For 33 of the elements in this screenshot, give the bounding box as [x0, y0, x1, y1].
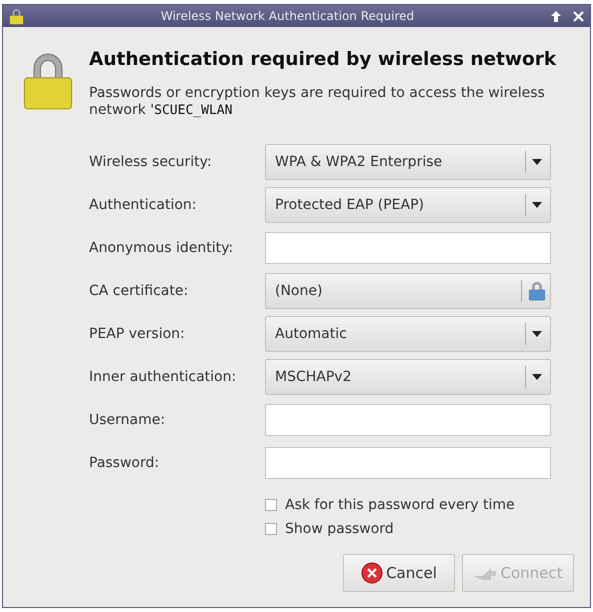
dialog-heading: Authentication required by wireless network	[89, 49, 558, 70]
caret-icon	[532, 331, 542, 337]
caret-icon	[532, 159, 542, 165]
dropdown[interactable]: WPA & WPA2 Enterprise	[265, 144, 551, 180]
cancel-button[interactable]: Cancel	[343, 554, 455, 592]
checkbox-label[interactable]: Ask for this password every time	[285, 497, 515, 513]
arrow-up-icon[interactable]	[551, 10, 561, 22]
dropdown[interactable]: Protected EAP (PEAP)	[265, 187, 551, 223]
field-label: PEAP version:	[89, 326, 186, 342]
lock-icon	[21, 51, 75, 111]
field-label: Inner authentication:	[89, 369, 238, 385]
field-label: Anonymous identity:	[89, 240, 234, 256]
input-field[interactable]	[265, 404, 551, 436]
field-label: CA certificate:	[89, 283, 190, 299]
field-label: Wireless security:	[89, 154, 213, 170]
dropdown[interactable]: MSCHAPv2	[265, 359, 551, 395]
caret-icon	[532, 202, 542, 208]
lock-icon	[9, 8, 24, 24]
checkbox[interactable]	[265, 523, 277, 535]
checkbox-label[interactable]: Show password	[285, 521, 394, 537]
dropdown[interactable]: Automatic	[265, 316, 551, 352]
window-title: Wireless Network Authentication Required	[160, 9, 416, 23]
caret-icon	[532, 374, 542, 380]
close-icon[interactable]	[573, 10, 584, 22]
input-field[interactable]	[265, 447, 551, 479]
field-label: Authentication:	[89, 197, 198, 213]
description-text: Passwords or encryption keys are required to access the wireless network 'SCUEC_WLAN	[89, 85, 546, 119]
file-chooser-button[interactable]: (None)	[265, 273, 551, 309]
field-label: Username:	[89, 412, 166, 428]
checkbox[interactable]	[265, 499, 277, 511]
input-field[interactable]	[265, 232, 551, 264]
cancel-icon	[361, 562, 384, 584]
field-label: Password:	[89, 455, 160, 471]
